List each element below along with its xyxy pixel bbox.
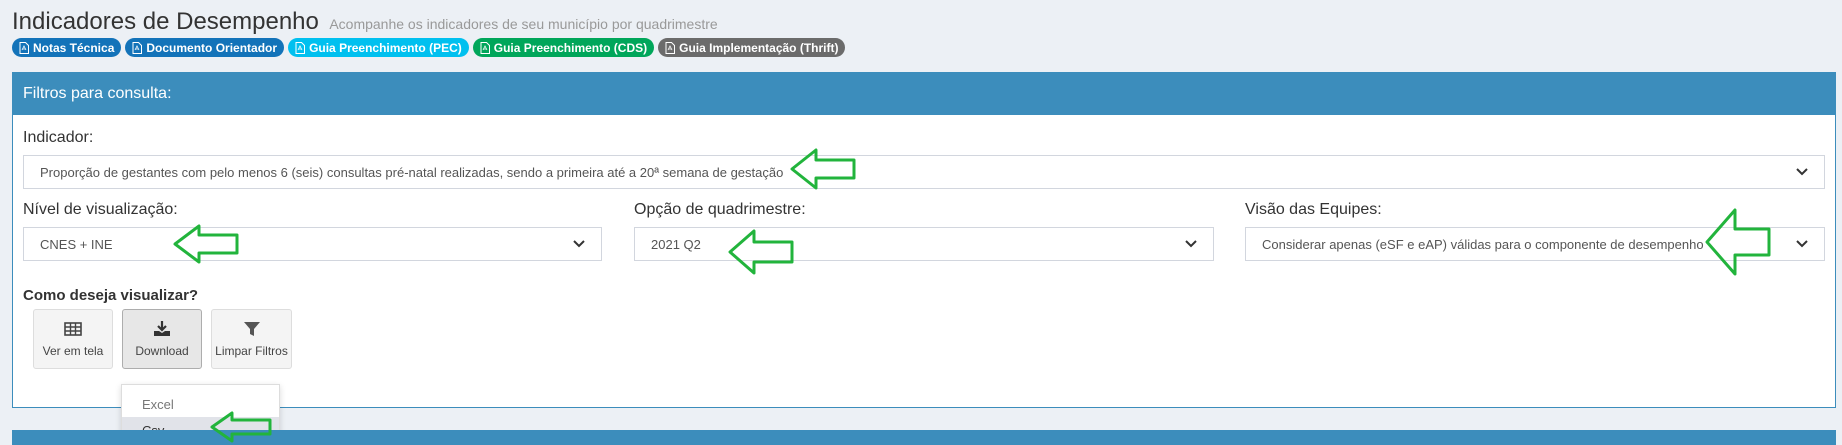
guia-pec-link[interactable]: Guia Preenchimento (PEC) bbox=[288, 38, 469, 57]
pdf-file-icon bbox=[132, 41, 143, 54]
annotation-arrow-icon bbox=[790, 148, 856, 190]
limpar-filtros-button[interactable]: Limpar Filtros bbox=[211, 309, 292, 369]
page-title: Indicadores de Desempenho bbox=[12, 8, 319, 35]
documento-orientador-link[interactable]: Documento Orientador bbox=[125, 38, 285, 57]
ver-em-tela-button[interactable]: Ver em tela bbox=[33, 309, 113, 369]
page-header: Indicadores de Desempenho Acompanhe os i… bbox=[12, 8, 1830, 36]
annotation-arrow-icon bbox=[728, 229, 794, 275]
document-links: Notas Técnica Documento Orientador Guia … bbox=[12, 38, 846, 57]
equipes-value: Considerar apenas (eSF e eAP) válidas pa… bbox=[1262, 236, 1704, 252]
filters-box-header: Filtros para consulta: bbox=[13, 73, 1835, 115]
results-box-header bbox=[12, 430, 1836, 445]
indicador-select[interactable]: Proporção de gestantes com pelo menos 6 … bbox=[23, 155, 1825, 189]
view-title: Como deseja visualizar? bbox=[23, 287, 199, 304]
guia-cds-link[interactable]: Guia Preenchimento (CDS) bbox=[472, 38, 655, 57]
chevron-down-icon bbox=[1796, 240, 1808, 248]
badge-label: Notas Técnica bbox=[33, 40, 115, 55]
quadrimestre-label: Opção de quadrimestre: bbox=[634, 201, 806, 218]
nivel-select[interactable]: CNES + INE bbox=[23, 227, 602, 261]
page-subtitle: Acompanhe os indicadores de seu municípi… bbox=[329, 16, 718, 32]
filter-icon bbox=[243, 322, 260, 336]
quadrimestre-value: 2021 Q2 bbox=[651, 236, 701, 252]
download-button[interactable]: Download bbox=[122, 309, 202, 369]
table-icon bbox=[64, 322, 82, 336]
indicador-value: Proporção de gestantes com pelo menos 6 … bbox=[40, 164, 784, 180]
pdf-file-icon bbox=[295, 41, 306, 54]
filters-title: Filtros para consulta: bbox=[23, 85, 172, 102]
ver-em-tela-label: Ver em tela bbox=[42, 344, 104, 358]
annotation-arrow-icon bbox=[173, 224, 239, 264]
chevron-down-icon bbox=[573, 240, 585, 248]
annotation-arrow-icon bbox=[1705, 208, 1771, 276]
pdf-file-icon bbox=[480, 41, 490, 54]
filters-box: Filtros para consulta: Indicador: Propor… bbox=[12, 72, 1836, 408]
chevron-down-icon bbox=[1796, 168, 1808, 176]
badge-label: Guia Preenchimento (CDS) bbox=[493, 40, 648, 55]
badge-label: Documento Orientador bbox=[146, 40, 278, 55]
limpar-filtros-label: Limpar Filtros bbox=[215, 344, 288, 358]
annotation-arrow-icon bbox=[210, 411, 272, 443]
download-icon bbox=[154, 321, 170, 336]
equipes-label: Visão das Equipes: bbox=[1245, 201, 1382, 218]
indicador-label: Indicador: bbox=[23, 129, 94, 146]
badge-label: Guia Implementação (Thrift) bbox=[679, 40, 839, 55]
quadrimestre-select[interactable]: 2021 Q2 bbox=[634, 227, 1214, 261]
pdf-file-icon bbox=[19, 41, 29, 54]
badge-label: Guia Preenchimento (PEC) bbox=[309, 40, 462, 55]
nivel-value: CNES + INE bbox=[40, 236, 113, 252]
nivel-label: Nível de visualização: bbox=[23, 201, 178, 218]
download-label: Download bbox=[135, 344, 189, 358]
chevron-down-icon bbox=[1185, 240, 1197, 248]
guia-thrift-link[interactable]: Guia Implementação (Thrift) bbox=[658, 38, 846, 57]
pdf-file-icon bbox=[665, 41, 676, 54]
notas-tecnica-link[interactable]: Notas Técnica bbox=[12, 38, 122, 57]
